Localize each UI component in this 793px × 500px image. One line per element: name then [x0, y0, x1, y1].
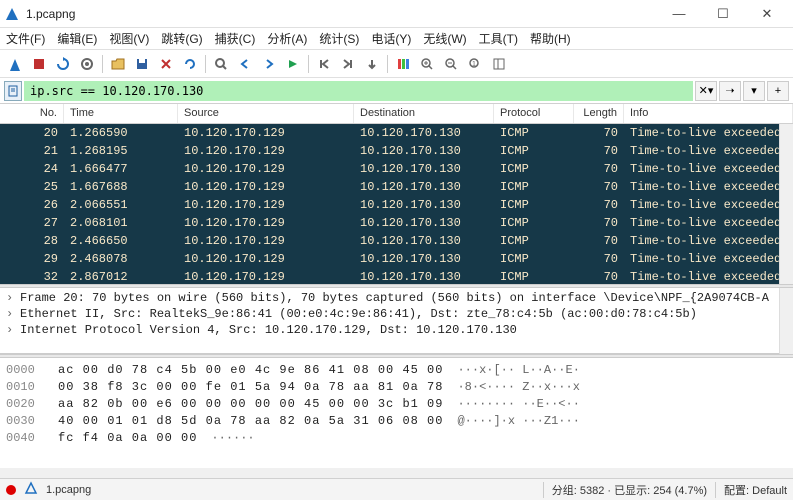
zoom-in-button[interactable] [416, 53, 438, 75]
menu-tools[interactable]: 工具(T) [479, 30, 518, 47]
table-row[interactable]: 292.46807810.120.170.12910.120.170.130IC… [0, 250, 793, 268]
separator [102, 55, 103, 73]
window-title: 1.pcapng [26, 7, 657, 21]
find-packet-button[interactable] [210, 53, 232, 75]
expand-icon[interactable]: › [6, 323, 20, 337]
filter-bar: ✕▾ ➝ ▾ + [0, 78, 793, 104]
packet-list-body[interactable]: 201.26659010.120.170.12910.120.170.130IC… [0, 124, 793, 284]
separator [387, 55, 388, 73]
minimize-button[interactable]: — [657, 0, 701, 28]
hex-row[interactable]: 0020aa 82 0b 00 e6 00 00 00 00 00 45 00 … [6, 396, 787, 413]
open-file-button[interactable] [107, 53, 129, 75]
packet-bytes-pane[interactable]: 0000ac 00 d0 78 c4 5b 00 e0 4c 9e 86 41 … [0, 358, 793, 468]
reload-button[interactable] [179, 53, 201, 75]
table-row[interactable]: 241.66647710.120.170.12910.120.170.130IC… [0, 160, 793, 178]
col-length[interactable]: Length [574, 104, 624, 123]
separator [308, 55, 309, 73]
menu-go[interactable]: 跳转(G) [161, 30, 202, 47]
col-protocol[interactable]: Protocol [494, 104, 574, 123]
go-back-button[interactable] [234, 53, 256, 75]
table-row[interactable]: 272.06810110.120.170.12910.120.170.130IC… [0, 214, 793, 232]
save-file-button[interactable] [131, 53, 153, 75]
col-time[interactable]: Time [64, 104, 178, 123]
go-last-button[interactable] [337, 53, 359, 75]
go-first-button[interactable] [313, 53, 335, 75]
close-button[interactable]: ✕ [745, 0, 789, 28]
zoom-out-button[interactable] [440, 53, 462, 75]
go-to-packet-button[interactable] [282, 53, 304, 75]
hex-row[interactable]: 0040fc f4 0a 0a 00 00······ [6, 430, 787, 447]
start-capture-button[interactable] [4, 53, 26, 75]
separator [205, 55, 206, 73]
menu-edit[interactable]: 编辑(E) [57, 30, 97, 47]
table-row[interactable]: 282.46665010.120.170.12910.120.170.130IC… [0, 232, 793, 250]
packet-list-header[interactable]: No. Time Source Destination Protocol Len… [0, 104, 793, 124]
capture-options-button[interactable] [76, 53, 98, 75]
menu-statistics[interactable]: 统计(S) [319, 30, 359, 47]
hex-row[interactable]: 003040 00 01 01 d8 5d 0a 78 aa 82 0a 5a … [6, 413, 787, 430]
menu-telephony[interactable]: 电话(Y) [371, 30, 411, 47]
toolbar: 1 [0, 50, 793, 78]
menu-analyze[interactable]: 分析(A) [267, 30, 307, 47]
hex-row[interactable]: 001000 38 f8 3c 00 00 fe 01 5a 94 0a 78 … [6, 379, 787, 396]
app-logo-icon [4, 6, 20, 22]
status-packets: 分组: 5382 · 已显示: 254 (4.7%) [543, 482, 707, 498]
col-no[interactable]: No. [0, 104, 64, 123]
detail-ethernet: ›Ethernet II, Src: RealtekS_9e:86:41 (00… [0, 306, 793, 322]
close-file-button[interactable] [155, 53, 177, 75]
capture-chip-icon[interactable] [24, 481, 38, 498]
table-row[interactable]: 322.86701210.120.170.12910.120.170.130IC… [0, 268, 793, 284]
go-forward-button[interactable] [258, 53, 280, 75]
table-row[interactable]: 251.66768810.120.170.12910.120.170.130IC… [0, 178, 793, 196]
menu-help[interactable]: 帮助(H) [530, 30, 571, 47]
add-filter-button[interactable]: + [767, 81, 789, 101]
colorize-button[interactable] [392, 53, 414, 75]
table-row[interactable]: 201.26659010.120.170.12910.120.170.130IC… [0, 124, 793, 142]
menu-view[interactable]: 视图(V) [109, 30, 149, 47]
expand-icon[interactable]: › [6, 291, 20, 305]
hex-row[interactable]: 0000ac 00 d0 78 c4 5b 00 e0 4c 9e 86 41 … [6, 362, 787, 379]
status-file: 1.pcapng [46, 484, 91, 496]
filter-history-button[interactable]: ▾ [743, 81, 765, 101]
packet-list-pane: No. Time Source Destination Protocol Len… [0, 104, 793, 284]
titlebar: 1.pcapng — ☐ ✕ [0, 0, 793, 28]
restart-capture-button[interactable] [52, 53, 74, 75]
statusbar: 1.pcapng 分组: 5382 · 已显示: 254 (4.7%) 配置: … [0, 478, 793, 500]
resize-columns-button[interactable] [488, 53, 510, 75]
apply-filter-button[interactable]: ➝ [719, 81, 741, 101]
maximize-button[interactable]: ☐ [701, 0, 745, 28]
col-source[interactable]: Source [178, 104, 354, 123]
stop-capture-button[interactable] [28, 53, 50, 75]
detail-ip: ›Internet Protocol Version 4, Src: 10.12… [0, 322, 793, 338]
menu-capture[interactable]: 捕获(C) [215, 30, 256, 47]
table-row[interactable]: 262.06655110.120.170.12910.120.170.130IC… [0, 196, 793, 214]
filter-bookmark-icon[interactable] [4, 81, 22, 101]
details-scrollbar[interactable] [779, 288, 793, 354]
col-destination[interactable]: Destination [354, 104, 494, 123]
detail-frame: ›Frame 20: 70 bytes on wire (560 bits), … [0, 290, 793, 306]
expert-info-icon[interactable] [6, 485, 16, 495]
col-info[interactable]: Info [624, 104, 793, 123]
auto-scroll-button[interactable] [361, 53, 383, 75]
packet-list-scrollbar[interactable] [779, 124, 793, 284]
menu-file[interactable]: 文件(F) [6, 30, 45, 47]
svg-text:1: 1 [472, 61, 476, 68]
menubar: 文件(F) 编辑(E) 视图(V) 跳转(G) 捕获(C) 分析(A) 统计(S… [0, 28, 793, 50]
status-profile[interactable]: 配置: Default [715, 482, 787, 498]
display-filter-input[interactable] [24, 81, 693, 101]
expand-icon[interactable]: › [6, 307, 20, 321]
packet-details-pane[interactable]: ›Frame 20: 70 bytes on wire (560 bits), … [0, 288, 793, 354]
menu-wireless[interactable]: 无线(W) [423, 30, 466, 47]
table-row[interactable]: 211.26819510.120.170.12910.120.170.130IC… [0, 142, 793, 160]
clear-filter-button[interactable]: ✕▾ [695, 81, 717, 101]
zoom-reset-button[interactable]: 1 [464, 53, 486, 75]
